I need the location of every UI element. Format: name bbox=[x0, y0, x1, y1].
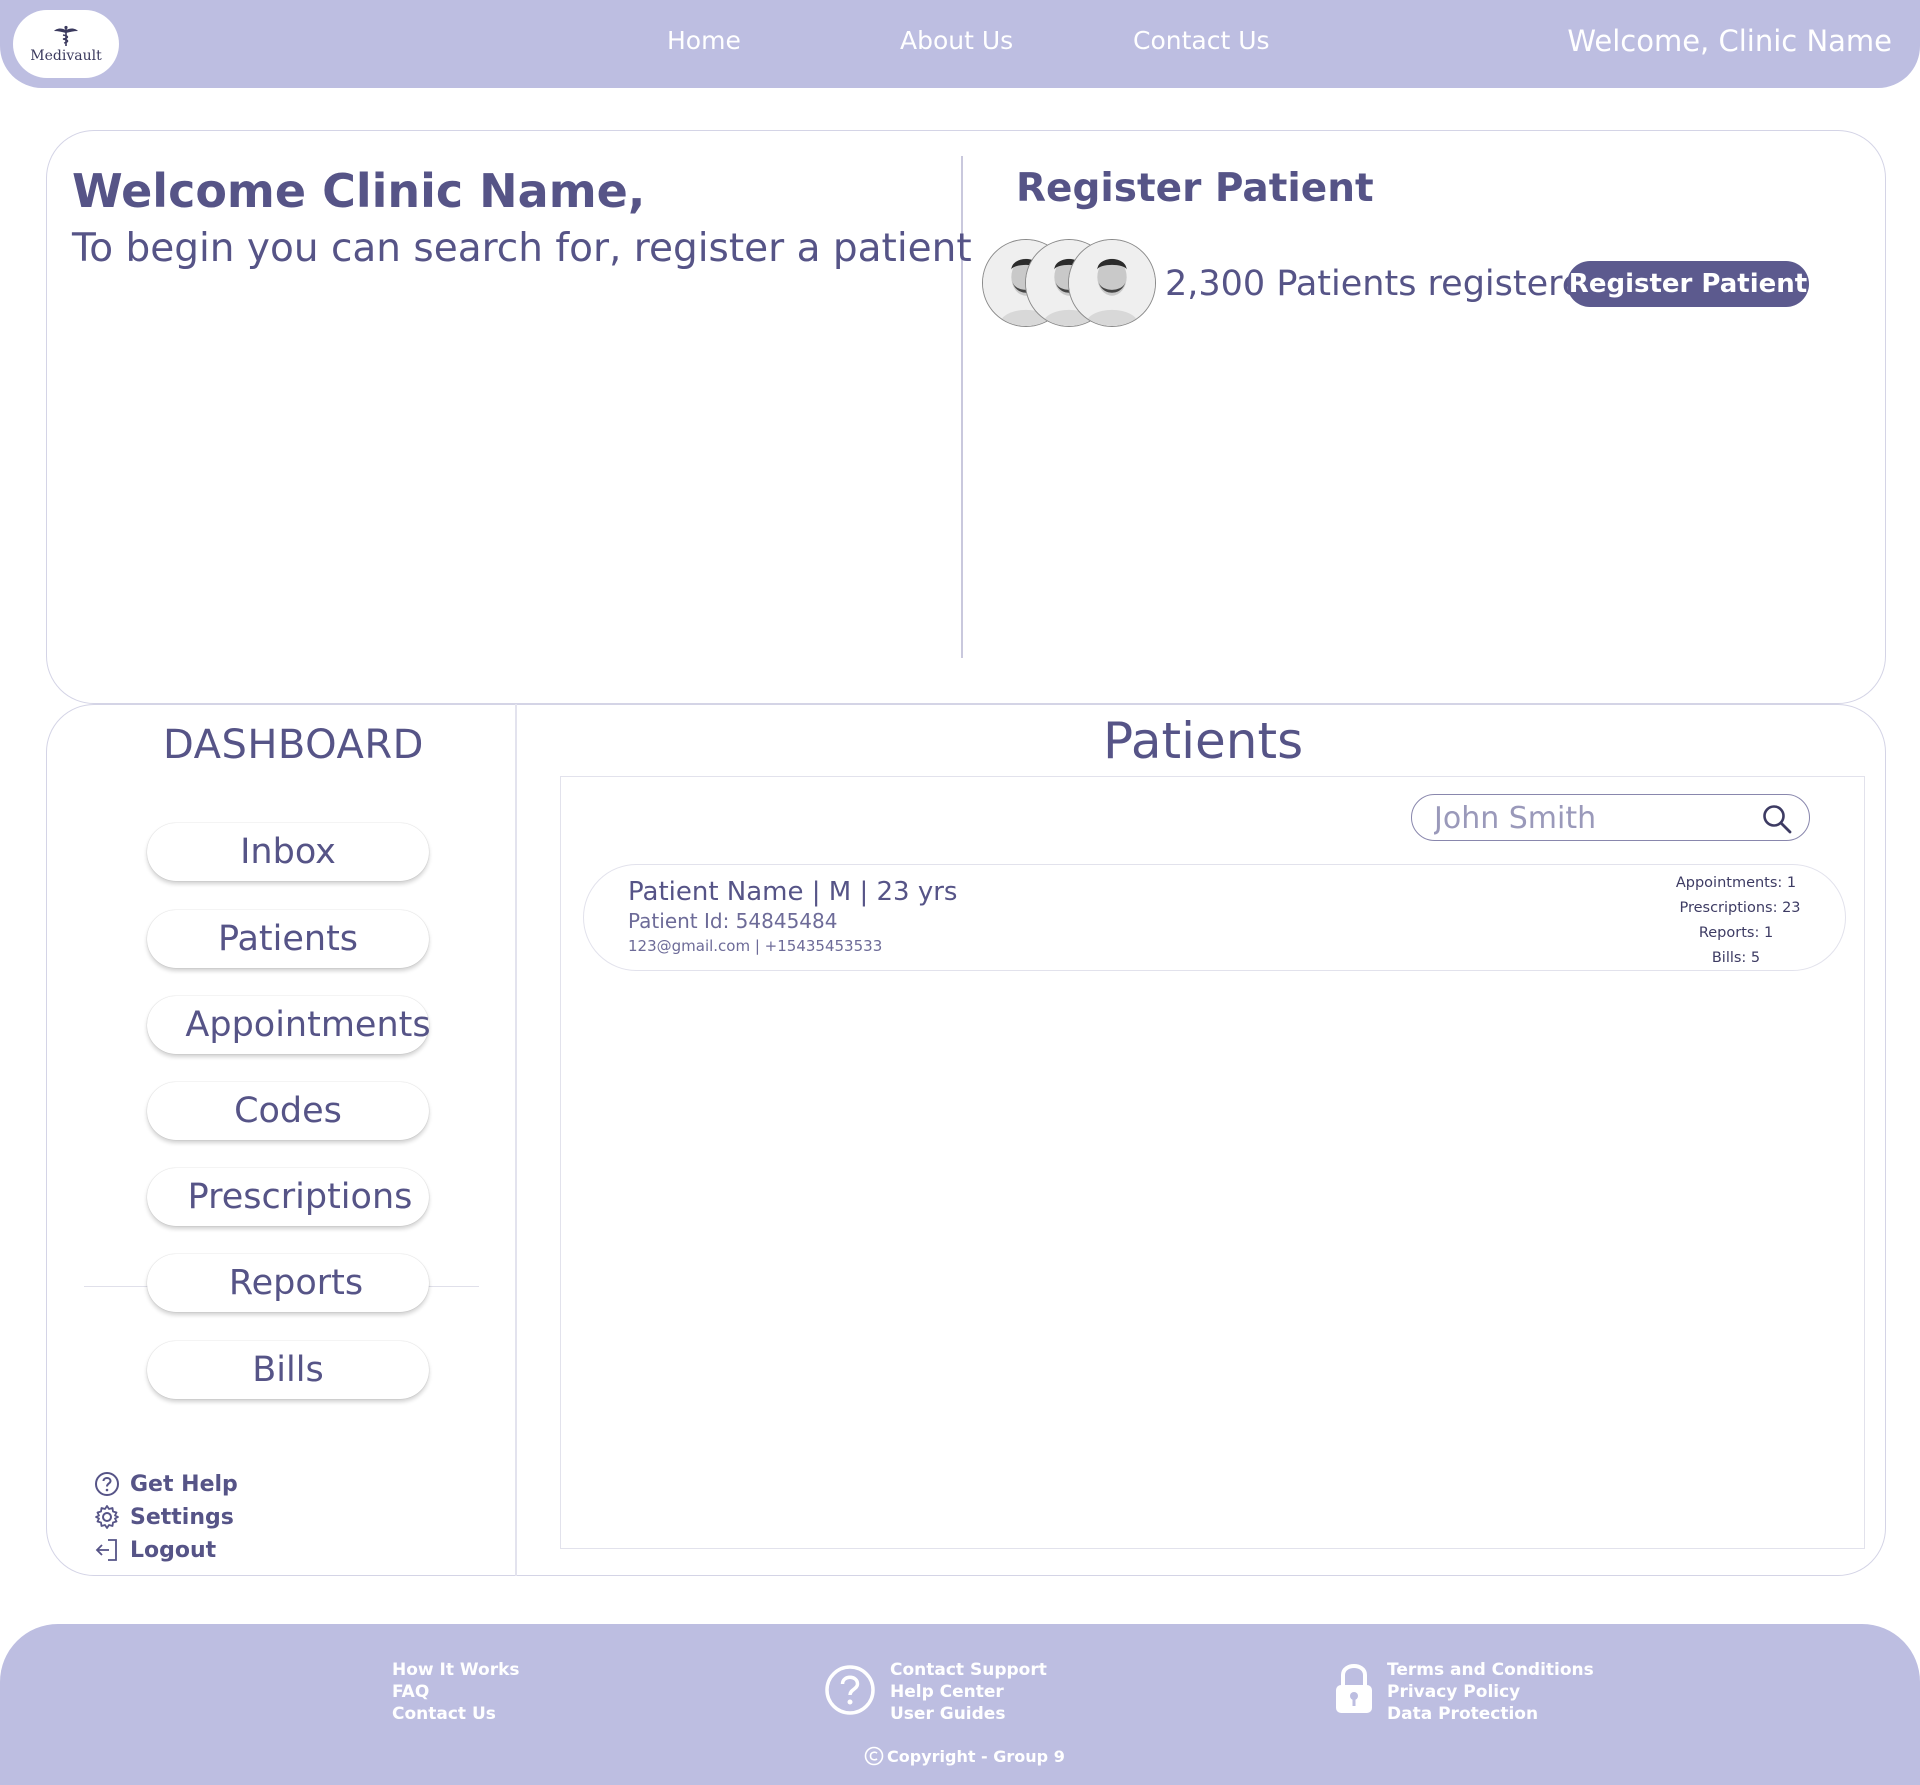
sidebar-item-reports[interactable]: Reports bbox=[147, 1254, 429, 1312]
footer-terms-link[interactable]: Terms and Conditions bbox=[1387, 1660, 1594, 1680]
search-icon[interactable] bbox=[1761, 803, 1793, 835]
patient-name: Patient Name | M | 23 yrs bbox=[628, 877, 958, 907]
get-help-link[interactable]: Get Help bbox=[94, 1471, 238, 1497]
lock-icon bbox=[1336, 1664, 1372, 1713]
medivault-logo[interactable]: Medivault bbox=[13, 10, 119, 78]
logo-text: Medivault bbox=[30, 47, 102, 64]
patient-avatars bbox=[982, 239, 1157, 329]
sidebar-divider bbox=[515, 704, 517, 1576]
sidebar-item-inbox[interactable]: Inbox bbox=[147, 823, 429, 881]
nav-contact-link[interactable]: Contact Us bbox=[1133, 26, 1270, 55]
copyright-text: Copyright - Group 9 bbox=[887, 1746, 1065, 1766]
register-patient-button[interactable]: Register Patient bbox=[1567, 261, 1809, 307]
footer-privacy-policy-link[interactable]: Privacy Policy bbox=[1387, 1682, 1520, 1702]
sidebar-item-codes[interactable]: Codes bbox=[147, 1082, 429, 1140]
settings-link[interactable]: Settings bbox=[94, 1504, 234, 1530]
search-input[interactable] bbox=[1434, 801, 1754, 835]
footer-contact-us-link[interactable]: Contact Us bbox=[392, 1704, 496, 1724]
logout-label: Logout bbox=[130, 1537, 217, 1563]
footer-data-protection-link[interactable]: Data Protection bbox=[1387, 1704, 1538, 1724]
copyright: Copyright - Group 9 bbox=[864, 1746, 1065, 1766]
welcome-user-text: Welcome, Clinic Name bbox=[1567, 24, 1892, 58]
sidebar-item-appointments[interactable]: Appointments bbox=[147, 996, 431, 1054]
caduceus-icon bbox=[54, 25, 78, 46]
avatar bbox=[1068, 239, 1156, 327]
patient-reports-count: Reports: 1 bbox=[1698, 925, 1774, 941]
person-photo-icon bbox=[1069, 240, 1155, 326]
nav-about-link[interactable]: About Us bbox=[900, 26, 1013, 55]
footer-faq-link[interactable]: FAQ bbox=[392, 1682, 429, 1702]
patients-title: Patients bbox=[1103, 712, 1304, 770]
copyright-icon bbox=[864, 1746, 884, 1766]
patients-registered-count: 2,300 Patients registered bbox=[1165, 264, 1606, 304]
patient-search bbox=[1411, 794, 1810, 841]
patient-contact: 123@gmail.com | +15435453533 bbox=[628, 937, 883, 955]
logout-icon bbox=[95, 1539, 117, 1561]
welcome-subtitle: To begin you can search for, register a … bbox=[72, 226, 972, 271]
patient-list-item[interactable]: Patient Name | M | 23 yrs Patient Id: 54… bbox=[583, 864, 1846, 971]
nav-home-link[interactable]: Home bbox=[667, 26, 741, 55]
patient-appointments-count: Appointments: 1 bbox=[1675, 875, 1797, 891]
settings-label: Settings bbox=[130, 1504, 234, 1530]
sidebar-item-prescriptions[interactable]: Prescriptions bbox=[147, 1168, 429, 1226]
patient-id: Patient Id: 54845484 bbox=[628, 909, 838, 933]
sidebar-item-patients[interactable]: Patients bbox=[147, 910, 429, 968]
sidebar-item-bills[interactable]: Bills bbox=[147, 1341, 429, 1399]
gear-icon bbox=[95, 1505, 119, 1529]
help-circle-icon bbox=[95, 1472, 119, 1496]
patient-bills-count: Bills: 5 bbox=[1711, 950, 1761, 966]
footer-user-guides-link[interactable]: User Guides bbox=[890, 1704, 1005, 1724]
get-help-label: Get Help bbox=[130, 1471, 238, 1497]
footer-help-center-link[interactable]: Help Center bbox=[890, 1682, 1004, 1702]
welcome-title: Welcome Clinic Name, bbox=[72, 164, 646, 218]
footer-how-it-works-link[interactable]: How It Works bbox=[392, 1660, 520, 1680]
header-bar: Medivault Home About Us Contact Us Welco… bbox=[0, 0, 1920, 88]
logout-link[interactable]: Logout bbox=[94, 1537, 216, 1563]
patient-prescriptions-count: Prescriptions: 23 bbox=[1679, 900, 1801, 916]
footer-contact-support-link[interactable]: Contact Support bbox=[890, 1660, 1047, 1680]
register-patient-title: Register Patient bbox=[1016, 166, 1374, 211]
help-circle-icon bbox=[825, 1665, 875, 1715]
dashboard-title: DASHBOARD bbox=[163, 722, 424, 768]
